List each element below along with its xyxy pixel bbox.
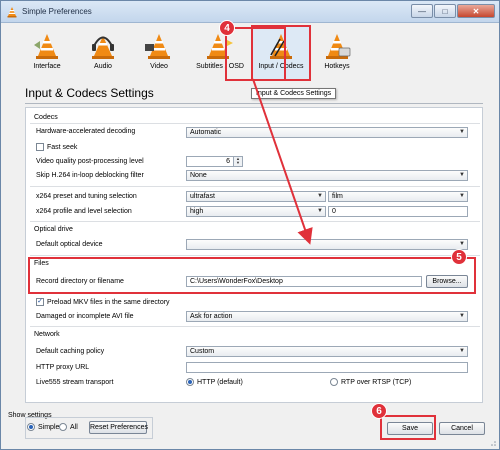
video-cone-icon bbox=[145, 34, 170, 59]
section-divider bbox=[30, 123, 480, 124]
maximize-button[interactable]: □ bbox=[434, 4, 456, 18]
tab-hotkeys[interactable]: Hotkeys bbox=[309, 27, 365, 79]
tab-video[interactable]: Video bbox=[131, 27, 187, 79]
title-divider bbox=[25, 103, 483, 104]
hw-decoding-label: Hardware-accelerated decoding bbox=[36, 128, 136, 135]
tab-video-label: Video bbox=[150, 63, 168, 70]
step-badge-save: 6 bbox=[371, 403, 387, 419]
caching-policy-value: Custom bbox=[190, 348, 215, 355]
x264-profile-label: x264 profile and level selection bbox=[36, 208, 132, 215]
fast-seek-label: Fast seek bbox=[47, 143, 78, 151]
radio-selected-icon bbox=[27, 423, 35, 431]
x264-level-input[interactable]: 0 bbox=[328, 206, 468, 217]
cancel-button[interactable]: Cancel bbox=[439, 422, 485, 435]
vlc-cone-icon bbox=[7, 7, 17, 18]
transport-http-label: HTTP (default) bbox=[197, 378, 243, 386]
mode-all-radio[interactable]: All bbox=[59, 423, 78, 431]
section-divider bbox=[30, 221, 480, 222]
step-badge-files: 5 bbox=[451, 249, 467, 265]
hw-decoding-value: Automatic bbox=[190, 129, 222, 136]
radio-selected-icon bbox=[186, 378, 194, 386]
x264-level-value: 0 bbox=[332, 208, 336, 215]
chevron-down-icon: ▼ bbox=[459, 348, 465, 354]
vq-spinbox[interactable]: 6 ▲ ▼ bbox=[186, 156, 243, 167]
highlight-files-section bbox=[28, 257, 476, 294]
highlight-save-button bbox=[380, 415, 436, 440]
settings-panel: Codecs Hardware-accelerated decoding Aut… bbox=[25, 107, 483, 403]
mode-all-label: All bbox=[70, 423, 78, 431]
radio-unselected-icon bbox=[59, 423, 67, 431]
section-divider bbox=[30, 186, 480, 187]
minimize-button[interactable]: — bbox=[411, 4, 433, 18]
fast-seek-box bbox=[36, 143, 44, 151]
spin-arrows-icon[interactable]: ▲ ▼ bbox=[233, 157, 242, 166]
section-divider bbox=[30, 255, 480, 256]
x264-preset-select[interactable]: ultrafast ▼ bbox=[186, 191, 326, 202]
radio-unselected-icon bbox=[330, 378, 338, 386]
caching-policy-label: Default caching policy bbox=[36, 348, 105, 355]
hotkeys-cone-icon bbox=[326, 34, 351, 59]
transport-http-radio[interactable]: HTTP (default) bbox=[186, 378, 243, 386]
optical-device-label: Default optical device bbox=[36, 241, 103, 248]
tab-interface[interactable]: Interface bbox=[19, 27, 75, 79]
caching-policy-select[interactable]: Custom ▼ bbox=[186, 346, 468, 357]
skip-deblock-select[interactable]: None ▼ bbox=[186, 170, 468, 181]
chevron-down-icon: ▼ bbox=[459, 193, 465, 199]
tab-hotkeys-label: Hotkeys bbox=[324, 63, 350, 70]
chevron-down-icon: ▼ bbox=[317, 193, 323, 199]
preferences-window: Simple Preferences — □ ✕ Interface Audio… bbox=[0, 0, 500, 450]
highlight-input-codecs bbox=[225, 27, 286, 81]
x264-tune-select[interactable]: film ▼ bbox=[328, 191, 468, 202]
chevron-down-icon: ▼ bbox=[459, 241, 465, 247]
window-title: Simple Preferences bbox=[22, 7, 92, 16]
mode-simple-label: Simple bbox=[38, 423, 60, 431]
resize-grip-icon[interactable] bbox=[489, 439, 497, 447]
proxy-url-input[interactable] bbox=[186, 362, 468, 373]
close-button[interactable]: ✕ bbox=[457, 4, 495, 18]
damaged-avi-label: Damaged or incomplete AVI file bbox=[36, 313, 134, 320]
x264-preset-label: x264 preset and tuning selection bbox=[36, 193, 137, 200]
chevron-down-icon: ▼ bbox=[459, 313, 465, 319]
reset-preferences-button[interactable]: Reset Preferences bbox=[89, 421, 148, 434]
tab-tooltip: Input & Codecs Settings bbox=[251, 88, 337, 99]
vq-label: Video quality post-processing level bbox=[36, 158, 144, 165]
optical-device-select[interactable]: ▼ bbox=[186, 239, 468, 250]
page-title: Input & Codecs Settings bbox=[25, 86, 154, 100]
vq-value: 6 bbox=[226, 158, 230, 165]
damaged-avi-value: Ask for action bbox=[190, 313, 233, 320]
chevron-down-icon: ▼ bbox=[317, 208, 323, 214]
tab-interface-label: Interface bbox=[33, 63, 61, 70]
section-codecs-title: Codecs bbox=[34, 114, 58, 121]
x264-tune-value: film bbox=[332, 193, 343, 200]
skip-deblock-label: Skip H.264 in-loop deblocking filter bbox=[36, 172, 144, 179]
x264-profile-value: high bbox=[190, 208, 204, 215]
transport-rtp-label: RTP over RTSP (TCP) bbox=[341, 378, 412, 386]
damaged-avi-select[interactable]: Ask for action ▼ bbox=[186, 311, 468, 322]
title-bar: Simple Preferences — □ ✕ bbox=[1, 1, 499, 23]
chevron-down-icon: ▼ bbox=[459, 129, 465, 135]
tab-audio[interactable]: Audio bbox=[75, 27, 131, 79]
window-controls: — □ ✕ bbox=[410, 4, 495, 18]
mode-simple-radio[interactable]: Simple bbox=[27, 423, 59, 431]
proxy-url-label: HTTP proxy URL bbox=[36, 364, 90, 371]
skip-deblock-value: None bbox=[190, 172, 207, 179]
category-toolbar: Interface Audio Video Subtitles / OSD In… bbox=[19, 25, 365, 83]
section-optical-title: Optical drive bbox=[34, 226, 73, 233]
section-network-title: Network bbox=[34, 331, 60, 338]
audio-cone-headphones-icon bbox=[92, 36, 114, 59]
step-badge-input: 4 bbox=[219, 20, 235, 36]
tab-audio-label: Audio bbox=[94, 63, 112, 70]
hw-decoding-select[interactable]: Automatic ▼ bbox=[186, 127, 468, 138]
preload-mkv-box: ✓ bbox=[36, 298, 44, 306]
preload-mkv-label: Preload MKV files in the same directory bbox=[47, 298, 170, 306]
section-divider bbox=[30, 326, 480, 327]
chevron-down-icon: ▼ bbox=[459, 172, 465, 178]
preload-mkv-checkbox[interactable]: ✓ Preload MKV files in the same director… bbox=[36, 298, 170, 306]
x264-profile-select[interactable]: high ▼ bbox=[186, 206, 326, 217]
live555-label: Live555 stream transport bbox=[36, 379, 114, 386]
fast-seek-checkbox[interactable]: Fast seek bbox=[36, 143, 77, 151]
x264-preset-value: ultrafast bbox=[190, 193, 215, 200]
transport-rtp-radio[interactable]: RTP over RTSP (TCP) bbox=[330, 378, 411, 386]
interface-cone-icon bbox=[34, 34, 58, 59]
